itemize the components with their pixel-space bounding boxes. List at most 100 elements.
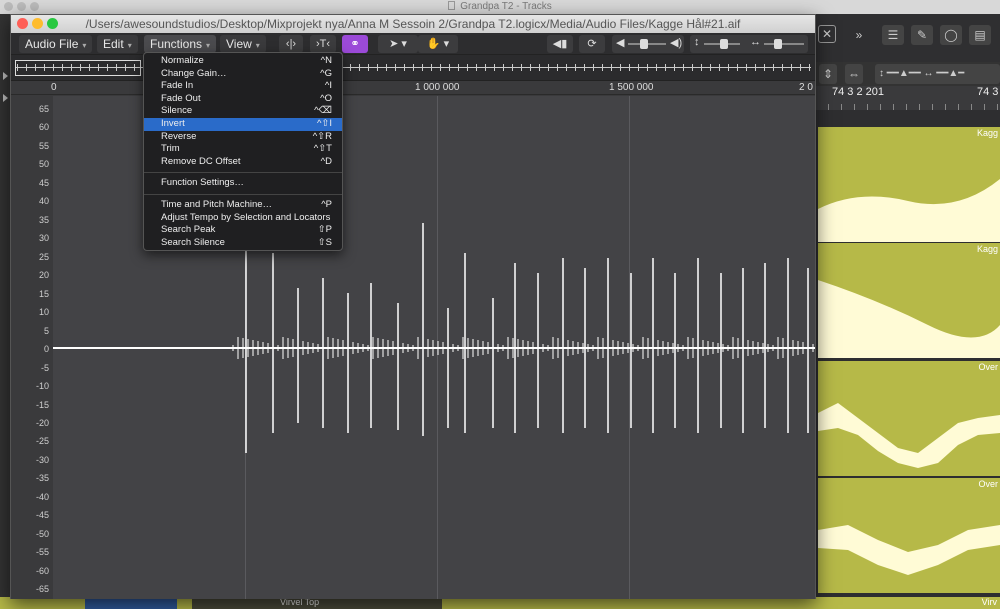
tracks-zoom-controls: ⇕ ⇔ ↕ ━━▲━━ ↔ ━━▲━ bbox=[815, 62, 1000, 86]
menu-item-remove-dc-offset[interactable]: Remove DC Offset ^D bbox=[144, 156, 342, 169]
amplitude-label: -5 bbox=[40, 362, 49, 373]
sample-ruler[interactable]: 0 1 000 000 1 500 000 2 0 bbox=[11, 81, 815, 95]
zoom-horizontal-icon[interactable]: ⇔ bbox=[845, 64, 863, 84]
menu-item-label: Remove DC Offset bbox=[161, 155, 241, 167]
slider-knob[interactable] bbox=[774, 39, 782, 49]
link-icon[interactable]: ⚭ bbox=[342, 35, 368, 53]
audio-region[interactable]: Over bbox=[818, 478, 1000, 593]
ruler-position-label: 74 3 2 201 bbox=[832, 86, 884, 98]
menu-item-invert[interactable]: Invert ^⇧I bbox=[144, 117, 342, 131]
region-name: Kagg bbox=[976, 128, 998, 138]
audio-file-editor-window: /Users/awesoundstudios/Desktop/Mixprojek… bbox=[10, 14, 816, 599]
volume-slider[interactable]: ◀ ◀) bbox=[612, 35, 684, 53]
notepad-icon[interactable]: ✎ bbox=[911, 25, 933, 45]
zoom-vertical-icon[interactable]: ⇕ bbox=[819, 64, 837, 84]
menu-item-label: Adjust Tempo by Selection and Locators bbox=[161, 211, 331, 223]
zoom-sliders[interactable]: ↕ ━━▲━━ ↔ ━━▲━ bbox=[875, 64, 1000, 84]
audio-file-menu[interactable]: Audio File ▾ bbox=[19, 35, 93, 53]
audio-region[interactable]: Kagg bbox=[818, 243, 1000, 358]
chevron-down-icon: ▾ bbox=[255, 41, 260, 50]
view-menu[interactable]: View ▾ bbox=[220, 35, 266, 53]
menu-item-label: Time and Pitch Machine… bbox=[161, 198, 273, 210]
menu-item-search-silence[interactable]: Search Silence ⇧S bbox=[144, 237, 342, 250]
selected-region[interactable] bbox=[85, 599, 177, 609]
zoom-sliders[interactable]: ↕ ↔ bbox=[690, 35, 808, 53]
menu-item-shortcut: ^⌫ bbox=[314, 105, 332, 117]
menu-item-fade-in[interactable]: Fade In ^I bbox=[144, 80, 342, 93]
list-editors-icon[interactable]: ☰ bbox=[882, 25, 904, 45]
amplitude-label: -20 bbox=[35, 417, 49, 428]
menu-item-silence[interactable]: Silence ^⌫ bbox=[144, 105, 342, 118]
amplitude-label: 0 bbox=[43, 344, 49, 355]
waveform-overview[interactable] bbox=[11, 55, 815, 81]
disclosure-triangle-icon[interactable] bbox=[3, 94, 8, 102]
browser-icon[interactable]: ▤ bbox=[969, 25, 991, 45]
hand-tool-icon[interactable]: ✋ ▾ bbox=[418, 35, 458, 53]
amplitude-label: -45 bbox=[35, 510, 49, 521]
region-waveform bbox=[818, 280, 1000, 358]
amplitude-label: -55 bbox=[35, 547, 49, 558]
menu-item-normalize[interactable]: Normalize ^N bbox=[144, 55, 342, 68]
disclosure-triangle-icon[interactable] bbox=[3, 72, 8, 80]
audio-region[interactable]: Over bbox=[818, 361, 1000, 476]
ruler-label: 2 0 bbox=[799, 82, 813, 93]
menu-item-shortcut: ^O bbox=[320, 92, 332, 104]
amplitude-label: 15 bbox=[38, 288, 49, 299]
amplitude-label: 40 bbox=[38, 196, 49, 207]
menu-item-shortcut: ^⇧I bbox=[316, 117, 332, 129]
menu-item-label: Search Peak bbox=[161, 224, 216, 236]
functions-menu[interactable]: Functions ▾ bbox=[144, 35, 217, 53]
waveform-editor[interactable]: 65 60 55 50 45 40 35 30 25 20 15 10 5 0 -5 -10 -15 -20 -25… bbox=[11, 96, 815, 599]
ruler-label: 0 bbox=[51, 82, 57, 93]
amplitude-label: 10 bbox=[38, 307, 49, 318]
menu-item-label: Fade In bbox=[161, 80, 194, 92]
expand-chevron-icon[interactable]: » bbox=[848, 25, 870, 45]
menu-item-shortcut: ^⇧R bbox=[312, 130, 332, 142]
edit-menu[interactable]: Edit ▾ bbox=[97, 35, 138, 53]
pointer-tool-icon[interactable]: ➤ ▾ bbox=[378, 35, 418, 53]
menu-item-shortcut: ^P bbox=[321, 198, 332, 210]
chevron-down-icon: ▾ bbox=[206, 41, 211, 50]
amplitude-label: -50 bbox=[35, 528, 49, 539]
region-waveform bbox=[818, 403, 1000, 468]
menu-item-reverse[interactable]: Reverse ^⇧R bbox=[144, 131, 342, 144]
slider-knob[interactable] bbox=[640, 39, 648, 49]
menu-item-change-gain[interactable]: Change Gain… ^G bbox=[144, 68, 342, 81]
audio-region[interactable]: Kagg bbox=[818, 127, 1000, 242]
menu-separator bbox=[144, 172, 342, 174]
menu-item-shortcut: ^D bbox=[320, 155, 332, 167]
speaker-low-icon: ◀ bbox=[616, 37, 625, 49]
amplitude-label: -60 bbox=[35, 565, 49, 576]
transient-edit-icon[interactable]: ›T‹ bbox=[310, 35, 336, 53]
menu-item-shortcut: ^N bbox=[320, 55, 332, 66]
amplitude-axis: 65 60 55 50 45 40 35 30 25 20 15 10 5 0 -5 -10 -15 -20 -25… bbox=[11, 96, 53, 599]
menu-item-label: Normalize bbox=[161, 55, 204, 66]
menu-item-shortcut: ^⇧T bbox=[313, 143, 332, 155]
ruler-label: 1 000 000 bbox=[415, 82, 460, 93]
region-waveform bbox=[818, 525, 1000, 575]
catch-playhead-icon[interactable]: ‹|› bbox=[279, 35, 303, 53]
menu-item-label: Invert bbox=[161, 117, 185, 129]
amplitude-label: 50 bbox=[38, 159, 49, 170]
speaker-icon[interactable]: ◀▮ bbox=[547, 35, 573, 53]
menu-item-trim[interactable]: Trim ^⇧T bbox=[144, 143, 342, 156]
cycle-icon[interactable]: ⟳ bbox=[579, 35, 605, 53]
amplitude-label: 20 bbox=[38, 270, 49, 281]
zoom-vertical-icon: ↕ bbox=[694, 36, 700, 48]
close-region-icon[interactable]: ✕ bbox=[818, 25, 836, 43]
menu-item-fade-out[interactable]: Fade Out ^O bbox=[144, 93, 342, 106]
document-icon bbox=[448, 1, 456, 10]
menu-item-label: Change Gain… bbox=[161, 67, 227, 79]
menu-item-shortcut: ^I bbox=[324, 80, 332, 92]
menu-item-label: Fade Out bbox=[161, 92, 201, 104]
visible-range-box[interactable] bbox=[15, 60, 141, 76]
menu-item-adjust-tempo-by-selection-and-locators[interactable]: Adjust Tempo by Selection and Locators bbox=[144, 212, 342, 225]
menu-item-shortcut: ^G bbox=[320, 67, 332, 79]
amplitude-label: 65 bbox=[38, 104, 49, 114]
slider-knob[interactable] bbox=[720, 39, 728, 49]
functions-dropdown: Normalize ^N Change Gain… ^G Fade In ^I Fade O… bbox=[143, 52, 343, 251]
loop-browser-icon[interactable]: ◯ bbox=[940, 25, 962, 45]
menu-item-time-and-pitch-machine[interactable]: Time and Pitch Machine… ^P bbox=[144, 199, 342, 212]
menu-item-search-peak[interactable]: Search Peak ⇧P bbox=[144, 224, 342, 237]
menu-item-function-settings[interactable]: Function Settings… bbox=[144, 177, 342, 190]
